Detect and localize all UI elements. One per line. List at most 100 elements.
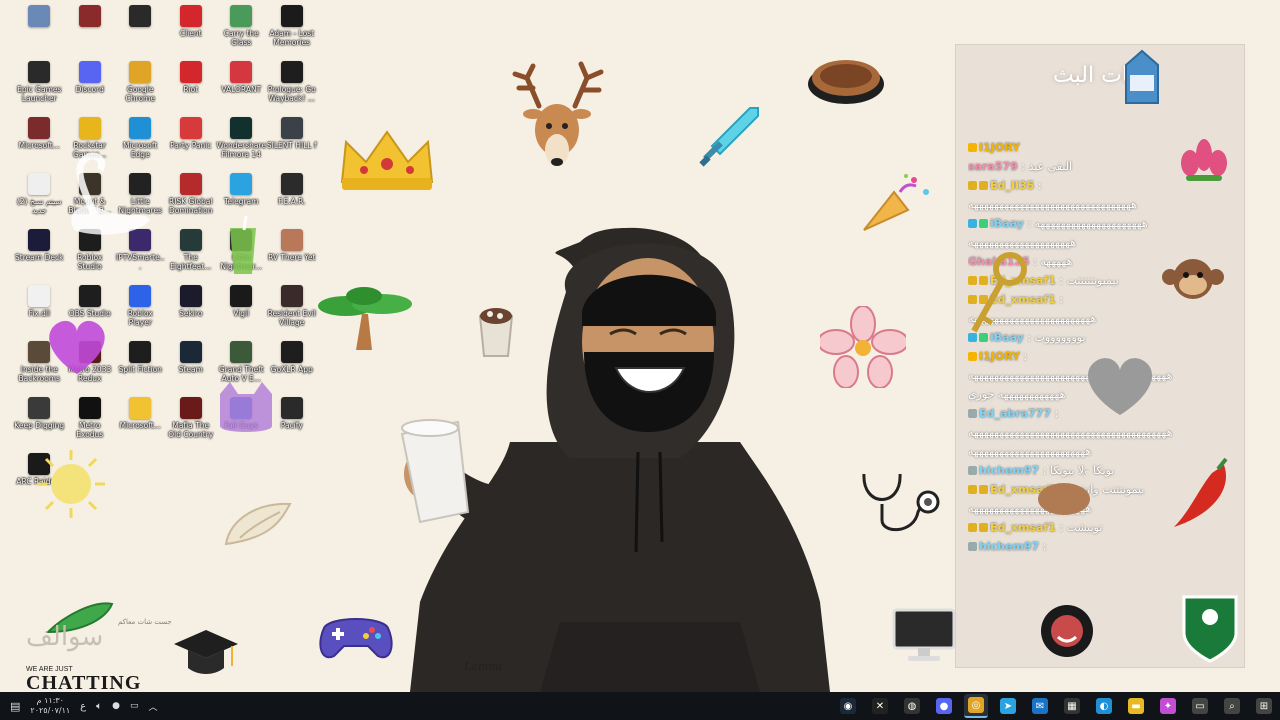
discord-icon [78, 61, 101, 83]
chat-username[interactable]: Ed_xmsaf1 [990, 521, 1056, 534]
desktop-shortcut[interactable]: Metro Exodus [65, 394, 116, 450]
desktop-shortcut[interactable]: SILENT HILL f [267, 114, 318, 170]
input-language[interactable]: ع [80, 701, 86, 712]
desktop-shortcut[interactable]: The Eightfeat... [166, 226, 217, 282]
desktop-shortcut[interactable]: Epic Games Launcher [14, 58, 65, 114]
chat-badge-icon [968, 181, 977, 190]
store-taskbar-icon[interactable]: ▦ [1060, 694, 1084, 718]
fear-icon [280, 173, 303, 195]
chat-username[interactable]: hichem97 [979, 540, 1039, 553]
chrome-icon [129, 61, 152, 83]
mafia-icon [179, 397, 202, 419]
edge-taskbar-icon[interactable]: ◐ [1092, 694, 1116, 718]
desktop-shortcut[interactable]: Riot [166, 58, 217, 114]
desktop-shortcut[interactable]: RISK Global Domination [166, 170, 217, 226]
desktop-shortcut[interactable]: Discord [65, 58, 116, 114]
desktop-shortcut[interactable]: Party Panic [166, 114, 217, 170]
desktop-shortcut[interactable]: Resident Evil Village [267, 282, 318, 338]
chrome-taskbar-icon[interactable]: ◎ [964, 694, 988, 718]
desktop-shortcut[interactable]: RV There Yet [267, 226, 318, 282]
network-icon[interactable]: ▭ [130, 701, 139, 711]
notification-icon[interactable]: ▤ [10, 700, 20, 713]
chat-message-text: : [1023, 350, 1028, 363]
desktop-shortcut[interactable]: Microsoft... [115, 394, 166, 450]
grey-heart-sticker [1080, 353, 1160, 417]
swan-sticker [54, 150, 154, 238]
riot-client-icon [179, 5, 202, 27]
clock[interactable]: ١١:٣٠ م ٢٠٢٥/٠٧/١١ [30, 696, 70, 716]
chevron-up-icon[interactable]: ︿ [149, 700, 158, 713]
discord-taskbar-icon[interactable]: ● [932, 694, 956, 718]
explorer-taskbar-icon-glyph: ▬ [1128, 698, 1144, 714]
saudi-shield-sticker [1180, 593, 1240, 663]
goxlr-taskbar-icon[interactable]: ✕ [868, 694, 892, 718]
explorer-taskbar-icon[interactable]: ▬ [1124, 694, 1148, 718]
chat-message-text: هههههههههههههههههههههههه [968, 445, 1092, 458]
desktop-shortcut[interactable]: Wondershare Filmora 14 [216, 114, 267, 170]
roblox-player-icon [129, 285, 152, 307]
desktop-shortcut-label: Fix.dll [28, 309, 51, 318]
desktop-shortcut[interactable]: Keep Digging [14, 394, 65, 450]
chat-badge-icon [979, 181, 988, 190]
chat-username[interactable]: sara579 [968, 160, 1018, 173]
desktop-shortcut[interactable]: F.E.A.R. [267, 170, 318, 226]
desktop-shortcut-label: Carry the Glass [223, 29, 259, 47]
desktop-shortcut[interactable]: Sekiro [166, 282, 217, 338]
volume-icon[interactable]: 🔈︎ [96, 701, 102, 712]
task-view-icon[interactable]: ▭ [1188, 694, 1212, 718]
obs-taskbar-icon[interactable]: ◍ [900, 694, 924, 718]
sekiro-icon [179, 285, 202, 307]
pacify-icon [280, 397, 303, 419]
desktop-shortcut-label: Roblox Studio [77, 253, 103, 271]
chrome-taskbar-icon-glyph: ◎ [968, 697, 984, 713]
desktop-shortcut-label: OBS Studio [68, 309, 111, 318]
desktop-shortcut[interactable]: Roblox Player [115, 282, 166, 338]
prologue-icon [280, 61, 303, 83]
desktop-shortcut[interactable]: Steam [166, 338, 217, 394]
chat-badge-icon [979, 485, 988, 494]
metro-exodus-icon [78, 397, 101, 419]
copilot-taskbar-icon[interactable]: ✦ [1156, 694, 1180, 718]
desktop-shortcut-label: Party Panic [170, 141, 212, 150]
purple-cat-sticker [214, 380, 278, 438]
desktop-shortcut[interactable]: Carry the Glass [216, 2, 267, 58]
chat-badge-icon [968, 466, 977, 475]
desktop-shortcut[interactable]: Adam - Lost Memories [267, 2, 318, 58]
search-taskbar-icon[interactable]: ⌕ [1220, 694, 1244, 718]
chat-badge-icon [979, 219, 988, 228]
desktop-shortcut[interactable] [65, 2, 116, 58]
telegram-taskbar-icon[interactable]: ➤ [996, 694, 1020, 718]
chat-username[interactable]: I1JORY [979, 141, 1020, 154]
desktop-shortcut[interactable]: VALORANT [216, 58, 267, 114]
recycle-bin-icon [28, 5, 51, 27]
winrar-icon [78, 5, 101, 27]
desktop-shortcut[interactable]: Client [166, 2, 217, 58]
microphone-icon[interactable]: ● [112, 701, 120, 711]
system-tray: ▤ ١١:٣٠ م ٢٠٢٥/٠٧/١١ ع 🔈︎ ● ▭ ︿ [10, 692, 158, 720]
desktop-shortcut-label: Google Chrome [125, 85, 155, 103]
desktop-shortcut[interactable]: Split Fiction [115, 338, 166, 394]
desktop-shortcut-label: Stream Deck [15, 253, 64, 262]
desktop-shortcut-label: Mafia The Old Country [168, 421, 214, 439]
chat-username[interactable]: I1JORY [979, 350, 1020, 363]
chat-username[interactable]: Ed_II35 [990, 179, 1034, 192]
steam-taskbar-icon[interactable]: ◉ [836, 694, 860, 718]
copilot-taskbar-icon-glyph: ✦ [1160, 698, 1176, 714]
desktop-shortcut-label: Adam - Lost Memories [269, 29, 315, 47]
chat-username[interactable]: iBaay [990, 217, 1024, 230]
desktop-shortcut[interactable] [115, 2, 166, 58]
desktop-shortcut[interactable]: Vigil [216, 282, 267, 338]
store-taskbar-icon-glyph: ▦ [1064, 698, 1080, 714]
monkey-sticker [1162, 253, 1224, 305]
chat-username[interactable]: Ed_abra777 [979, 407, 1051, 420]
chat-badge-icon [968, 219, 977, 228]
obs-taskbar-icon-glyph: ◍ [904, 698, 920, 714]
outlook-taskbar-icon[interactable]: ✉ [1028, 694, 1052, 718]
stethoscope-sticker [858, 468, 944, 540]
desktop-shortcut[interactable] [14, 2, 65, 58]
desktop-shortcut[interactable]: Prologue: Go Wayback! ... [267, 58, 318, 114]
desktop-shortcut-label: Telegram [224, 197, 259, 206]
desktop-shortcut[interactable]: Mafia The Old Country [166, 394, 217, 450]
windows-start-icon[interactable]: ⊞ [1252, 694, 1276, 718]
desktop-shortcut[interactable]: Google Chrome [115, 58, 166, 114]
